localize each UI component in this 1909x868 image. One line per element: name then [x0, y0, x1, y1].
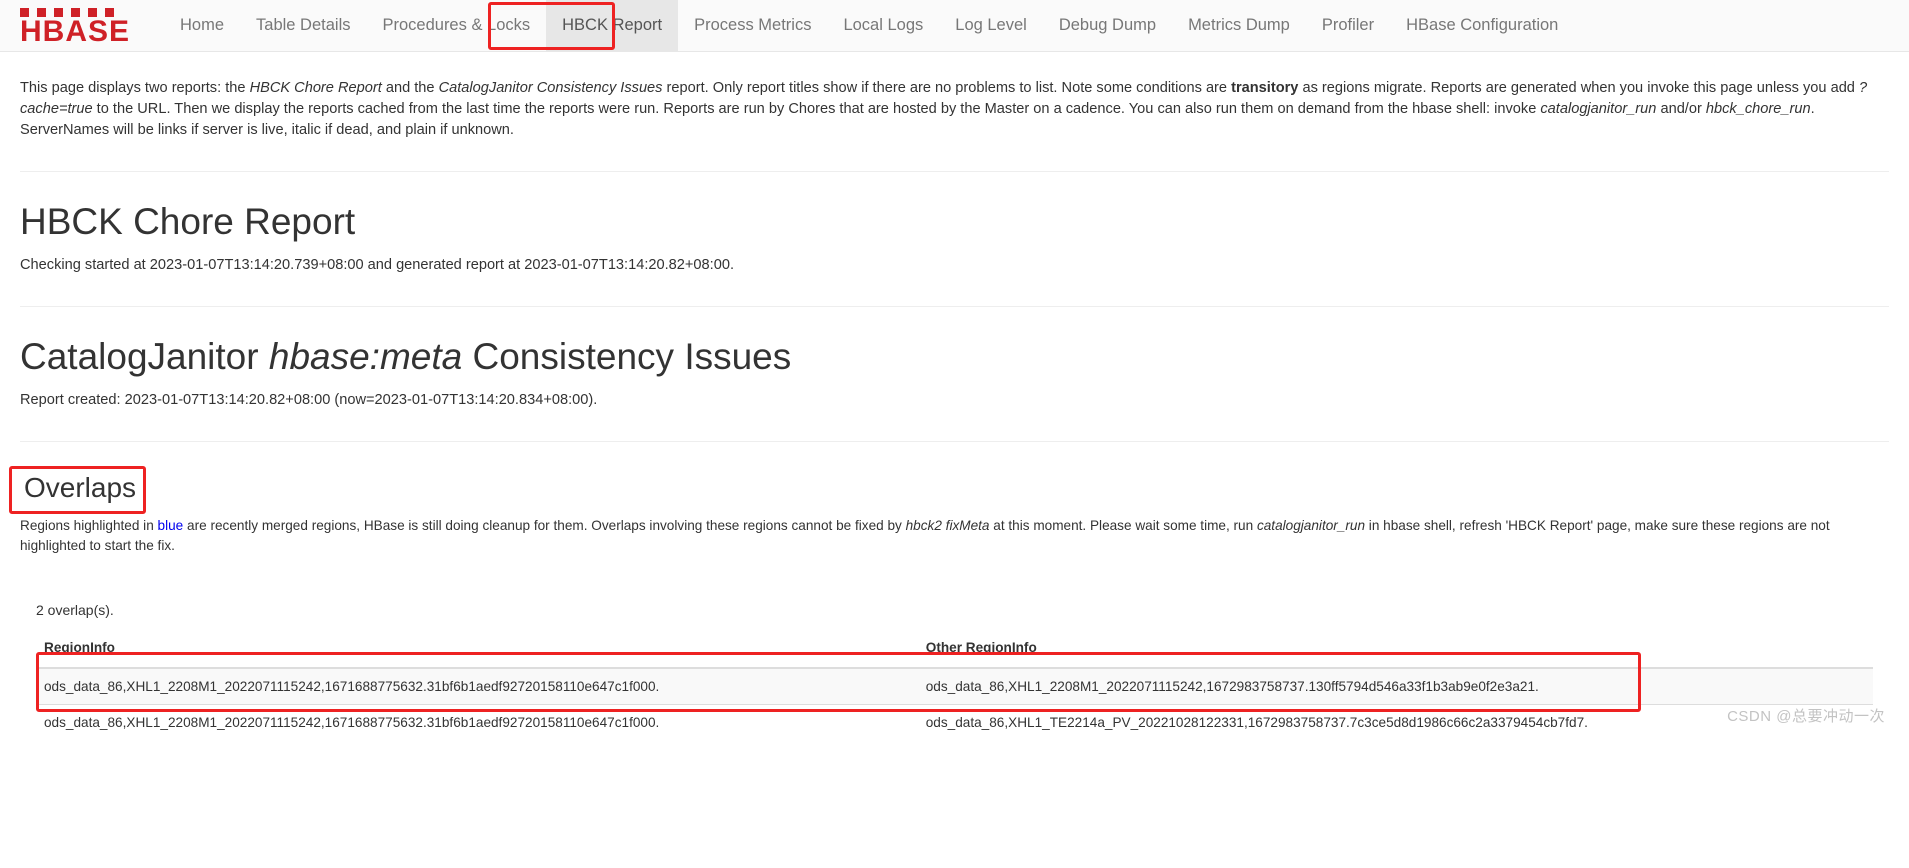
- column-header-other-region-info: Other RegionInfo: [917, 627, 1873, 669]
- nav-link-table-details[interactable]: Table Details: [240, 0, 366, 51]
- nav-item-debug-dump: Debug Dump: [1043, 0, 1172, 51]
- nav-links: Home Table Details Procedures & Locks HB…: [164, 0, 1574, 51]
- intro-em-catalogjanitor-run: catalogjanitor_run: [1540, 101, 1657, 118]
- overlaps-table-zone: 2 overlap(s). RegionInfo Other RegionInf…: [20, 602, 1889, 740]
- table-row: ods_data_86,XHL1_2208M1_2022071115242,16…: [36, 703, 1873, 740]
- divider-2: [20, 306, 1889, 308]
- column-header-region-info: RegionInfo: [36, 627, 918, 669]
- nav-link-procedures-locks[interactable]: Procedures & Locks: [366, 0, 546, 51]
- nav-item-local-logs: Local Logs: [827, 0, 939, 51]
- nav-link-home[interactable]: Home: [164, 0, 240, 51]
- intro-text-2: and the: [381, 80, 439, 96]
- cell-other-region-info: ods_data_86,XHL1_2208M1_2022071115242,16…: [917, 667, 1873, 705]
- nav-link-process-metrics[interactable]: Process Metrics: [678, 0, 827, 51]
- intro-em-hbck-chore-run: hbck_chore_run: [1705, 101, 1811, 118]
- intro-em-hbck-chore-report: HBCK Chore Report: [249, 80, 382, 96]
- nav-item-home: Home: [164, 0, 240, 51]
- cell-region-info: ods_data_86,XHL1_2208M1_2022071115242,16…: [36, 703, 918, 740]
- overlaps-count: 2 overlap(s).: [36, 601, 114, 618]
- top-navbar: HBASE Home Table Details Procedures & Lo…: [0, 0, 1909, 52]
- nav-link-metrics-dump[interactable]: Metrics Dump: [1172, 0, 1306, 51]
- nav-item-process-metrics: Process Metrics: [678, 0, 827, 51]
- overlaps-table-header-row: RegionInfo Other RegionInfo: [36, 627, 1873, 669]
- csdn-watermark: CSDN @总要冲动一次: [1727, 707, 1885, 725]
- overlaps-note-em-hbck2-fixmeta: hbck2 fixMeta: [905, 518, 990, 534]
- catalogjanitor-title-part2: Consistency Issues: [462, 336, 792, 378]
- overlaps-note-text-3: at this moment. Please wait some time, r…: [989, 518, 1257, 534]
- overlaps-table: RegionInfo Other RegionInfo ods_data_86,…: [36, 627, 1873, 740]
- nav-link-local-logs[interactable]: Local Logs: [827, 0, 939, 51]
- cell-region-info: ods_data_86,XHL1_2208M1_2022071115242,16…: [36, 667, 918, 705]
- divider-1: [20, 171, 1889, 173]
- nav-item-procedures-locks: Procedures & Locks: [366, 0, 546, 51]
- nav-link-hbase-configuration[interactable]: HBase Configuration: [1390, 0, 1574, 51]
- intro-text-5: to the URL. Then we display the reports …: [92, 101, 1541, 118]
- nav-item-hbck-report: HBCK Report: [546, 0, 679, 51]
- hbase-logo[interactable]: HBASE: [18, 0, 164, 51]
- overlaps-note-blue-link[interactable]: blue: [158, 518, 184, 533]
- overlaps-note-text-1: Regions highlighted in: [20, 518, 158, 534]
- divider-3: [20, 441, 1889, 443]
- nav-item-log-level: Log Level: [939, 0, 1043, 51]
- intro-text-4: as regions migrate. Reports are generate…: [1298, 80, 1859, 96]
- nav-link-debug-dump[interactable]: Debug Dump: [1043, 0, 1172, 51]
- nav-item-table-details: Table Details: [240, 0, 366, 51]
- nav-link-log-level[interactable]: Log Level: [939, 0, 1043, 51]
- overlaps-note-em-catalogjanitor-run: catalogjanitor_run: [1256, 518, 1366, 534]
- nav-link-profiler[interactable]: Profiler: [1306, 0, 1390, 51]
- table-row: ods_data_86,XHL1_2208M1_2022071115242,16…: [36, 667, 1873, 705]
- svg-text:HBASE: HBASE: [20, 15, 130, 46]
- catalogjanitor-title-emphasis: hbase:meta: [268, 336, 463, 378]
- intro-text-1: This page displays two reports: the: [20, 80, 250, 96]
- intro-em-catalogjanitor-issues: CatalogJanitor Consistency Issues: [438, 80, 663, 96]
- page-container: This page displays two reports: the HBCK…: [0, 78, 1909, 740]
- nav-item-metrics-dump: Metrics Dump: [1172, 0, 1306, 51]
- overlaps-table-body: ods_data_86,XHL1_2208M1_2022071115242,16…: [36, 667, 1873, 740]
- intro-paragraph: This page displays two reports: the HBCK…: [20, 78, 1889, 141]
- intro-text-3: report. Only report titles show if there…: [662, 80, 1232, 96]
- hbck-chore-report-subtitle: Checking started at 2023-01-07T13:14:20.…: [20, 257, 735, 274]
- nav-link-hbck-report[interactable]: HBCK Report: [546, 0, 679, 51]
- nav-item-hbase-configuration: HBase Configuration: [1390, 0, 1574, 51]
- catalogjanitor-title: CatalogJanitor hbase:meta Consistency Is…: [20, 336, 1889, 378]
- overlaps-note: Regions highlighted in blue are recently…: [20, 516, 1889, 555]
- hbck-chore-report-title: HBCK Chore Report: [20, 201, 356, 243]
- overlaps-note-text-2: are recently merged regions, HBase is st…: [183, 518, 906, 534]
- overlaps-heading: Overlaps: [24, 472, 137, 504]
- catalogjanitor-subtitle: Report created: 2023-01-07T13:14:20.82+0…: [20, 392, 598, 408]
- nav-item-profiler: Profiler: [1306, 0, 1390, 51]
- intro-text-6: and/or: [1656, 101, 1706, 118]
- intro-bold-transitory: transitory: [1231, 80, 1299, 96]
- overlaps-table-head: RegionInfo Other RegionInfo: [36, 627, 1873, 669]
- catalogjanitor-title-part1: CatalogJanitor: [20, 336, 269, 378]
- overlaps-heading-wrap: Overlaps: [9, 466, 146, 515]
